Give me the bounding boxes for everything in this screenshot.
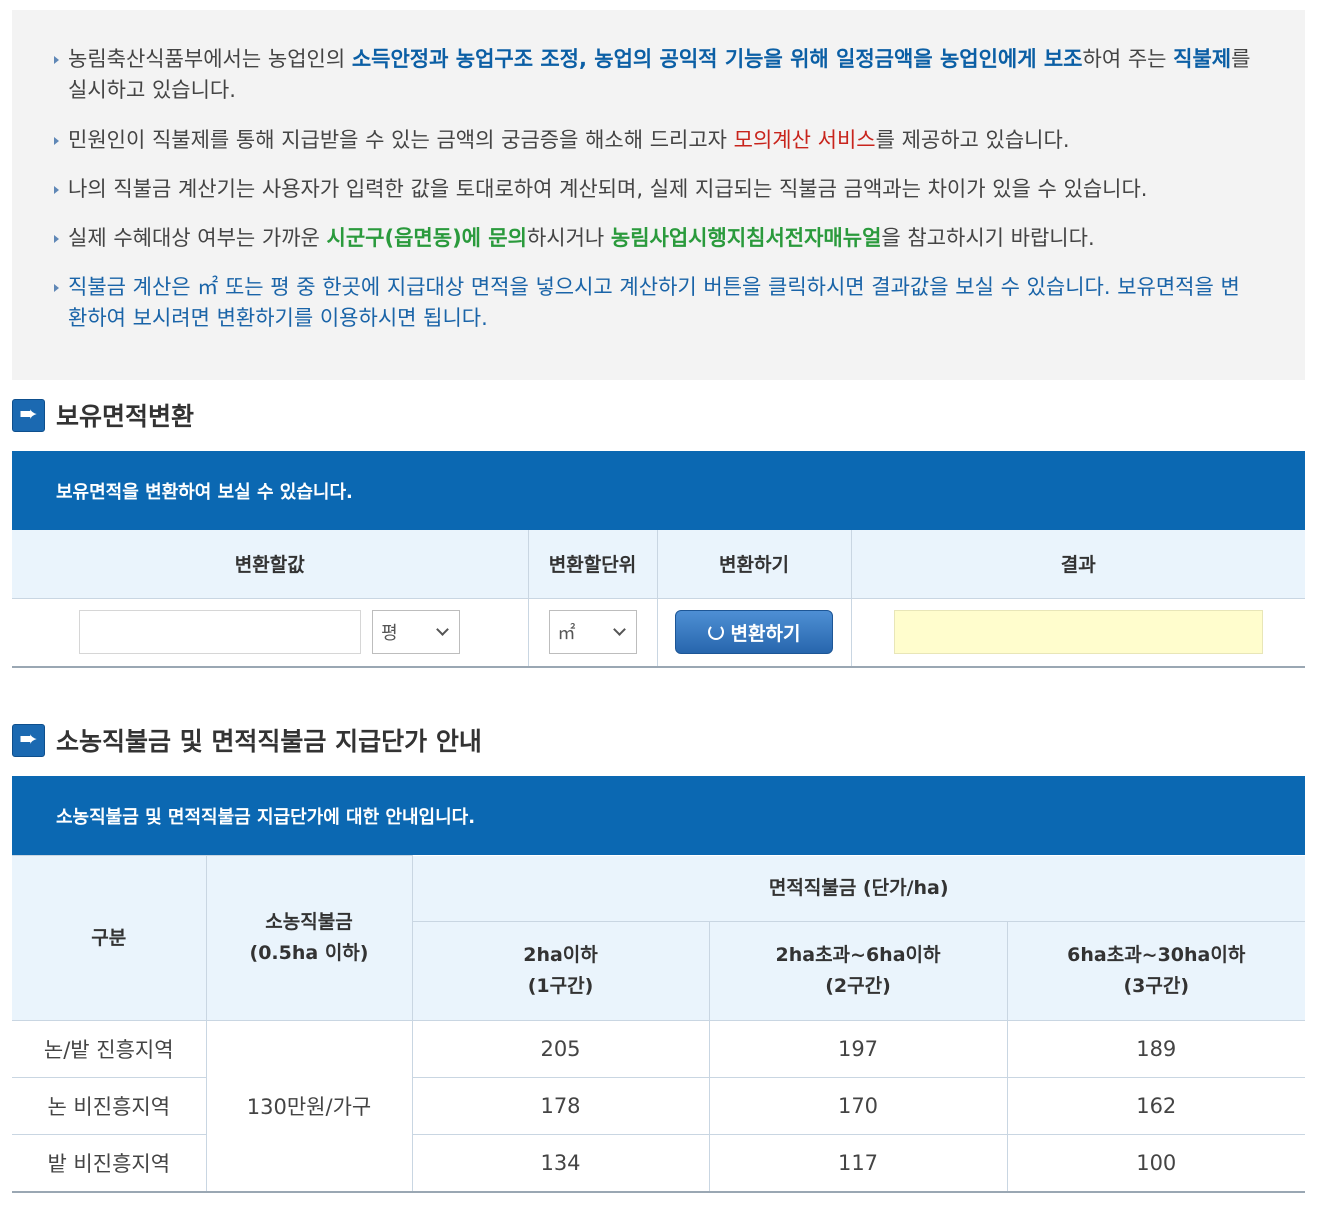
convert-table: 변환할값 변환할단위 변환하기 결과 평 ㎡ 변환하기 xyxy=(12,530,1305,668)
convert-result-field xyxy=(893,610,1263,655)
header-text: 2ha초과~6ha이하 xyxy=(775,944,941,966)
col-header-unit: 변환할단위 xyxy=(527,530,658,599)
chevron-down-icon xyxy=(436,623,449,637)
convert-button[interactable]: 변환하기 xyxy=(675,610,833,655)
col-header-tier-1: 2ha이하 (1구간) xyxy=(412,921,710,1021)
convert-banner: 보유면적을 변환하여 보실 수 있습니다. xyxy=(12,451,1305,530)
notice-item-5: 직불금 계산은 ㎡ 또는 평 중 한곳에 지급대상 면적을 넣으시고 계산하기 … xyxy=(54,272,1254,334)
table-cell: 205 xyxy=(411,1020,710,1078)
header-text: 소농직불금 xyxy=(265,911,353,933)
col-header-value: 변환할값 xyxy=(12,530,529,599)
table-row: 논/밭 진흥지역 130만원/가구 205 197 189 xyxy=(12,1020,1305,1192)
header-text: (2구간) xyxy=(825,975,891,997)
table-cell: 178 xyxy=(411,1077,710,1135)
notice-link-local-office[interactable]: 시군구(읍면동)에 문의 xyxy=(327,226,527,250)
table-cell: 134 xyxy=(411,1134,710,1192)
price-banner-text: 소농직불금 및 면적직불금 지급단가에 대한 안내입니다. xyxy=(56,806,476,828)
convert-banner-text: 보유면적을 변환하여 보실 수 있습니다. xyxy=(56,481,353,503)
table-cell: 197 xyxy=(708,1020,1008,1078)
header-text: (1구간) xyxy=(527,975,594,997)
header-text: 6ha초과~30ha이하 xyxy=(1067,944,1246,966)
price-section-header: ➨ 소농직불금 및 면적직불금 지급단가 안내 xyxy=(12,723,482,757)
notice-item-1: 농림축산식품부에서는 농업인의 소득안정과 농업구조 조정, 농업의 공익적 기… xyxy=(54,44,1254,106)
col-header-action: 변환하기 xyxy=(656,530,852,599)
from-unit-value: 평 xyxy=(381,623,398,645)
notice-highlight: 소득안정과 농업구조 조정, 농업의 공익적 기능을 위해 일정금액을 농업인에… xyxy=(351,47,1083,71)
convert-section-title: 보유면적변환 xyxy=(56,402,195,431)
notice-item-3: 나의 직불금 계산기는 사용자가 입력한 값을 토대로하여 계산되며, 실제 지… xyxy=(54,174,1254,205)
table-cell: 162 xyxy=(1006,1077,1305,1135)
price-table: 구분 소농직불금 (0.5ha 이하) 면적직불금 (단가/ha) 2ha이하 (1… xyxy=(12,855,1305,1193)
notice-text: 농림축산식품부에서는 농업인의 xyxy=(68,47,352,71)
chevron-down-icon xyxy=(612,623,626,637)
notice-text: 민원인이 직불제를 통해 지급받을 수 있는 금액의 궁금증을 해소해 드리고자 xyxy=(68,128,734,152)
unit-cell: ㎡ xyxy=(527,597,658,668)
header-text: 면적직불금 (단가/ha) xyxy=(768,876,949,899)
row-category: 논 비진흥지역 xyxy=(12,1077,207,1135)
small-farm-value: 130만원/가구 xyxy=(205,1020,413,1192)
notice-highlight: 직불제 xyxy=(1173,47,1232,71)
notice-item-2: 민원인이 직불제를 통해 지급받을 수 있는 금액의 궁금증을 해소해 드리고자… xyxy=(54,125,1254,156)
col-header-tier-2: 2ha초과~6ha이하 (2구간) xyxy=(708,921,1008,1021)
notice-text: 직불금 계산은 ㎡ 또는 평 중 한곳에 지급대상 면적을 넣으시고 계산하기 … xyxy=(68,275,1240,330)
notice-text: 실제 수혜대상 여부는 가까운 xyxy=(68,226,327,250)
table-cell: 117 xyxy=(708,1134,1008,1192)
price-section-title: 소농직불금 및 면적직불금 지급단가 안내 xyxy=(56,727,482,756)
notice-link-manual[interactable]: 농림사업시행지침서전자매뉴얼 xyxy=(611,226,881,250)
col-header-category: 구분 xyxy=(12,855,207,1021)
to-unit-select[interactable]: ㎡ xyxy=(548,610,637,655)
row-category: 밭 비진흥지역 xyxy=(12,1134,207,1192)
table-cell: 189 xyxy=(1006,1020,1305,1078)
table-row: 밭 비진흥지역 134 117 100 xyxy=(12,1134,1305,1192)
notice-text: 를 제공하고 있습니다. xyxy=(875,128,1070,152)
col-header-small-farm: 소농직불금 (0.5ha 이하) xyxy=(205,855,413,1021)
table-cell: 100 xyxy=(1006,1134,1305,1192)
header-text: (0.5ha 이하) xyxy=(249,942,369,964)
notice-highlight: 모의계산 서비스 xyxy=(733,128,876,152)
row-category: 논/밭 진흥지역 xyxy=(12,1020,207,1078)
action-cell: 변환하기 xyxy=(656,597,852,668)
convert-value-input[interactable] xyxy=(79,610,362,655)
notice-text: 을 참고하시기 바랍니다. xyxy=(881,226,1095,250)
price-banner: 소농직불금 및 면적직불금 지급단가에 대한 안내입니다. xyxy=(12,776,1305,855)
col-header-tier-3: 6ha초과~30ha이하 (3구간) xyxy=(1006,921,1305,1021)
from-unit-select[interactable]: 평 xyxy=(372,610,461,655)
col-header-area-payment: 면적직불금 (단가/ha) xyxy=(411,855,1305,922)
value-cell: 평 xyxy=(12,597,529,668)
result-cell xyxy=(850,597,1305,668)
notice-item-4: 실제 수혜대상 여부는 가까운 시군구(읍면동)에 문의하시거나 농림사업시행지… xyxy=(54,223,1254,254)
arrow-right-icon: ➨ xyxy=(12,723,45,757)
header-text: 구분 xyxy=(91,926,127,949)
refresh-icon xyxy=(707,624,724,641)
notice-text: 하여 주는 xyxy=(1082,47,1174,71)
header-text: (3구간) xyxy=(1123,975,1190,997)
table-cell: 170 xyxy=(708,1077,1008,1135)
notice-text: 하시거나 xyxy=(526,226,611,250)
notice-text: 나의 직불금 계산기는 사용자가 입력한 값을 토대로하여 계산되며, 실제 지… xyxy=(68,177,1148,201)
table-row: 논 비진흥지역 178 170 162 xyxy=(12,1077,1305,1135)
convert-section-header: ➨ 보유면적변환 xyxy=(12,398,194,432)
header-text: 2ha이하 xyxy=(523,944,598,966)
arrow-right-icon: ➨ xyxy=(12,398,45,432)
col-header-result: 결과 xyxy=(850,530,1305,599)
to-unit-value: ㎡ xyxy=(557,623,576,645)
convert-button-label: 변환하기 xyxy=(730,622,801,645)
